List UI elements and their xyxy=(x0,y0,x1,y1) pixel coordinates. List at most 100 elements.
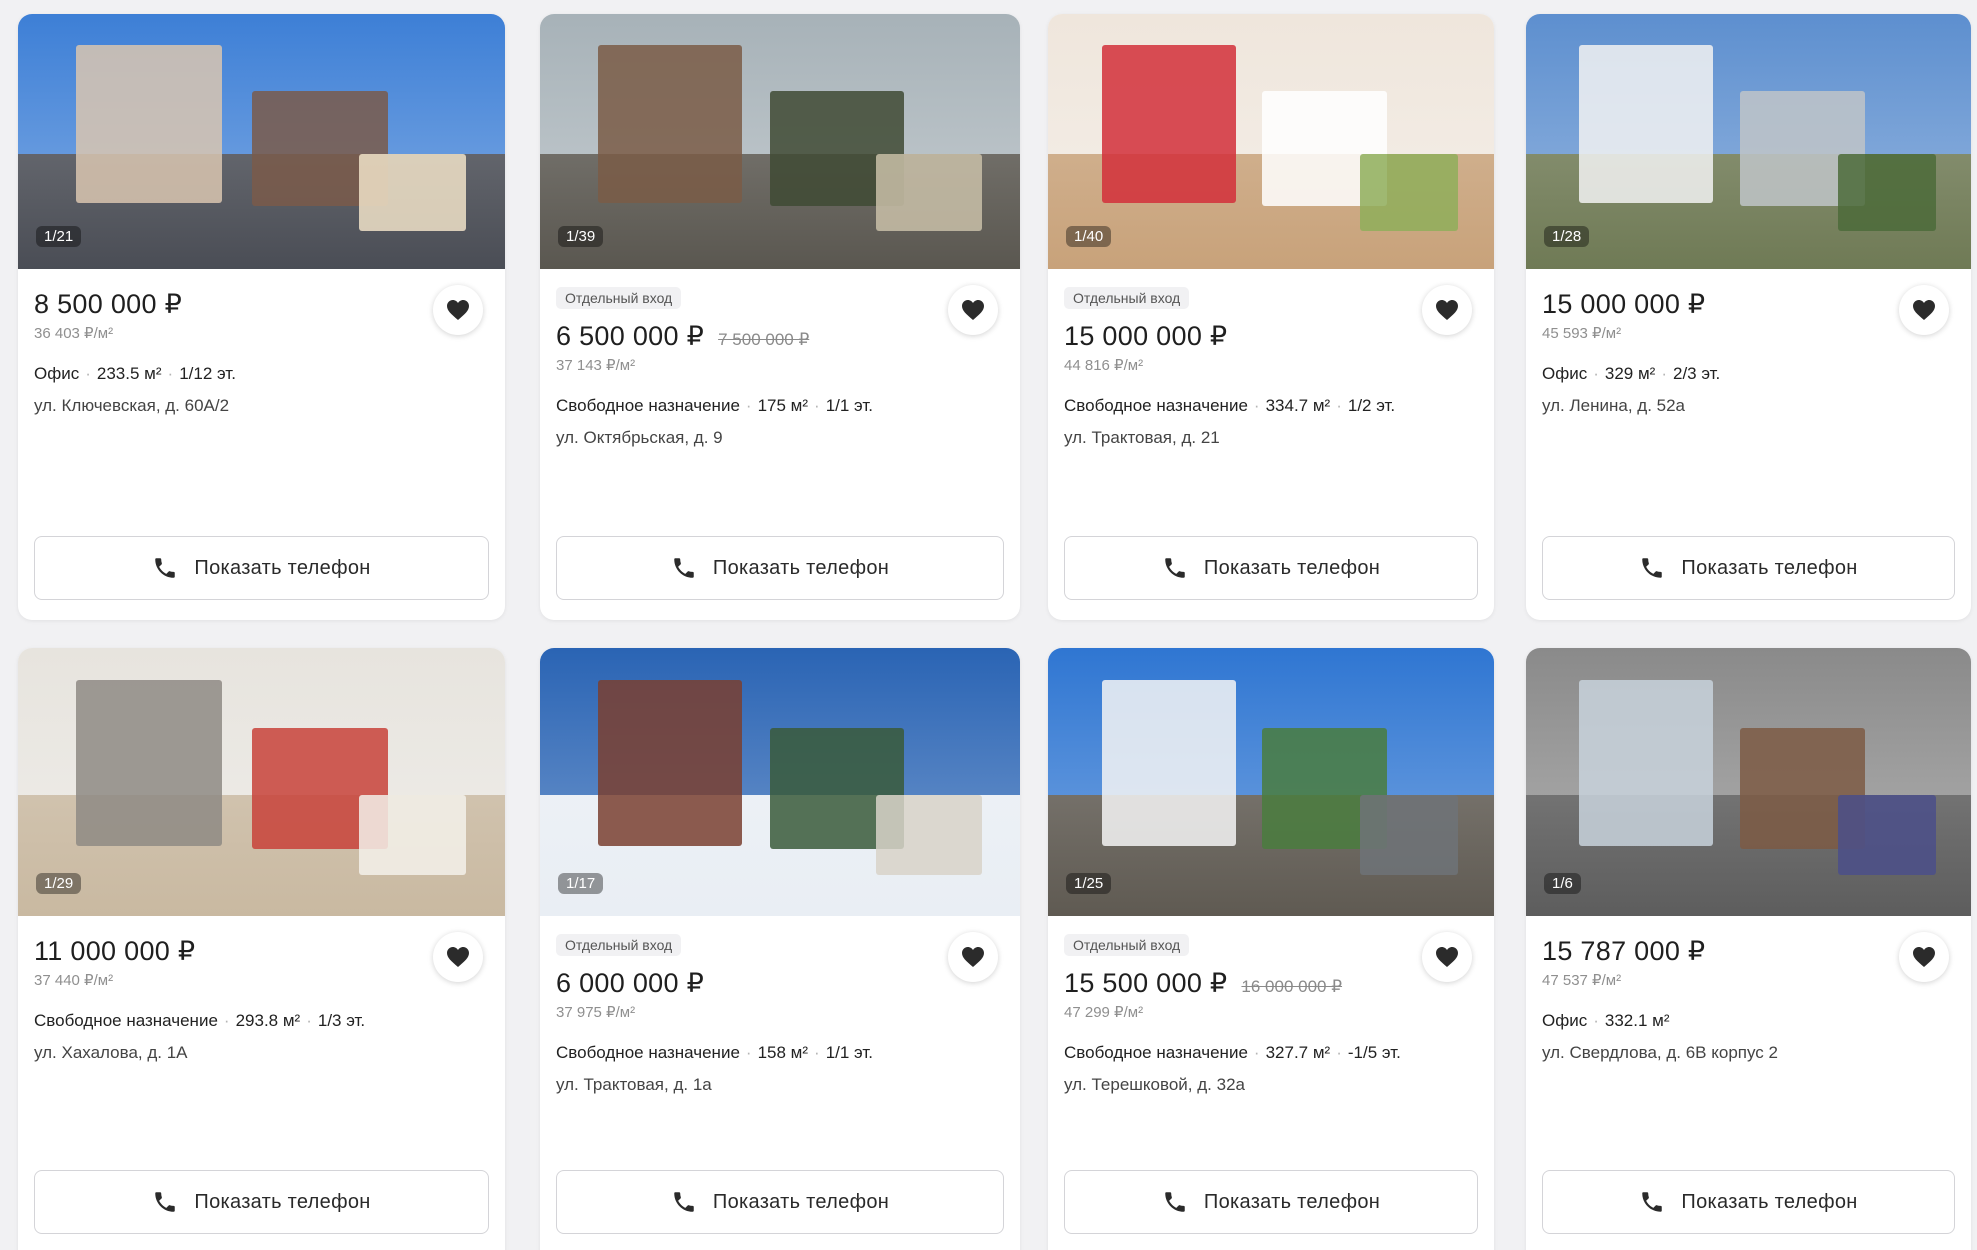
listing-card[interactable]: 1/40 Отдельный вход 15 000 000 ₽ 44 816 … xyxy=(1048,14,1494,620)
price-row: 15 500 000 ₽ 16 000 000 ₽ xyxy=(1064,968,1478,999)
separator-dot: · xyxy=(814,396,820,415)
price-row: 15 000 000 ₽ xyxy=(1064,321,1478,352)
listing-photo[interactable]: 1/21 xyxy=(18,14,505,269)
separator-dot: · xyxy=(745,1043,752,1062)
heart-icon xyxy=(447,300,469,320)
property-area: 332.1 м² xyxy=(1604,1011,1670,1030)
listing-photo[interactable]: 1/40 xyxy=(1048,14,1494,269)
listing-photo[interactable]: 1/39 xyxy=(540,14,1020,269)
listing-card[interactable]: 1/29 11 000 000 ₽ 37 440 ₽/м² Свободное … xyxy=(18,648,505,1250)
show-phone-button[interactable]: Показать телефон xyxy=(556,1170,1004,1234)
price-per-m2: 47 537 ₽/м² xyxy=(1542,972,1622,989)
photo-counter: 1/6 xyxy=(1544,873,1581,894)
property-floor: 1/3 эт. xyxy=(317,1011,366,1030)
property-type: Офис xyxy=(34,364,80,383)
listing-card[interactable]: 1/21 8 500 000 ₽ 36 403 ₽/м² Офис · 233.5 … xyxy=(18,14,505,620)
show-phone-label: Показать телефон xyxy=(194,556,371,579)
address[interactable]: ул. Октябрьская, д. 9 xyxy=(556,428,1004,448)
photo-counter: 1/28 xyxy=(1544,226,1590,247)
listing-photo[interactable]: 1/17 xyxy=(540,648,1020,916)
listing-card[interactable]: 1/17 Отдельный вход 6 000 000 ₽ 37 975 ₽… xyxy=(540,648,1020,1250)
property-area: 158 м² xyxy=(757,1043,809,1062)
price-per-m2: 44 816 ₽/м² xyxy=(1064,357,1144,374)
separator-dot: · xyxy=(1661,364,1667,383)
listing-card[interactable]: 1/39 Отдельный вход 6 500 000 ₽ 7 500 00… xyxy=(540,14,1020,620)
listing-card[interactable]: 1/28 15 000 000 ₽ 45 593 ₽/м² Офис · 329 м… xyxy=(1526,14,1971,620)
show-phone-button[interactable]: Показать телефон xyxy=(1064,536,1478,600)
listing-card[interactable]: 1/25 Отдельный вход 15 500 000 ₽ 16 000 … xyxy=(1048,648,1494,1250)
listing-photo[interactable]: 1/28 xyxy=(1526,14,1971,269)
show-phone-button[interactable]: Показать телефон xyxy=(1542,1170,1955,1234)
separator-dot: · xyxy=(1336,396,1342,415)
price-per-m2: 37 143 ₽/м² xyxy=(556,357,636,374)
favorite-button[interactable] xyxy=(1899,285,1949,335)
property-floor: 2/3 эт. xyxy=(1673,364,1721,383)
price: 15 787 000 ₽ xyxy=(1542,936,1706,966)
separator-dot: · xyxy=(85,364,91,383)
phone-icon xyxy=(1642,1192,1663,1212)
show-phone-label: Показать телефон xyxy=(1203,556,1381,579)
show-phone-button[interactable]: Показать телефон xyxy=(1542,536,1955,600)
separator-dot: · xyxy=(306,1011,312,1030)
show-phone-button[interactable]: Показать телефон xyxy=(1064,1170,1478,1234)
property-type: Свободное назначение xyxy=(556,396,740,415)
price-per-m2: 45 593 ₽/м² xyxy=(1542,325,1622,342)
price-per-m2: 47 299 ₽/м² xyxy=(1064,1004,1144,1021)
favorite-button[interactable] xyxy=(1422,932,1472,982)
show-phone-label: Показать телефон xyxy=(194,1190,371,1213)
listing-card[interactable]: 1/6 15 787 000 ₽ 47 537 ₽/м² Офис · 332.1 … xyxy=(1526,648,1971,1250)
property-area: 329 м² xyxy=(1604,364,1656,383)
property-area: 175 м² xyxy=(757,396,809,415)
phone-icon xyxy=(155,558,176,578)
heart-icon xyxy=(1913,300,1935,320)
show-phone-button[interactable]: Показать телефон xyxy=(34,536,489,600)
heart-icon xyxy=(962,300,984,320)
price: 15 000 000 ₽ xyxy=(1064,321,1228,351)
separate-entrance-badge: Отдельный вход xyxy=(1064,287,1190,309)
show-phone-button[interactable]: Показать телефон xyxy=(34,1170,489,1234)
property-floor: 1/1 эт. xyxy=(825,396,873,415)
property-type: Свободное назначение xyxy=(34,1011,218,1030)
separator-dot: · xyxy=(1593,364,1599,383)
address[interactable]: ул. Ленина, д. 52а xyxy=(1542,396,1955,416)
phone-icon xyxy=(155,1192,176,1212)
listing-photo[interactable]: 1/6 xyxy=(1526,648,1971,916)
address[interactable]: ул. Хахалова, д. 1А xyxy=(34,1043,489,1063)
photo-counter: 1/21 xyxy=(36,226,82,247)
favorite-button[interactable] xyxy=(948,932,998,982)
price-per-m2: 37 975 ₽/м² xyxy=(556,1004,636,1021)
property-area: 334.7 м² xyxy=(1265,396,1331,415)
show-phone-label: Показать телефон xyxy=(1203,1190,1381,1213)
favorite-button[interactable] xyxy=(1899,932,1949,982)
address[interactable]: ул. Свердлова, д. 6В корпус 2 xyxy=(1542,1043,1955,1063)
listing-params: Офис · 332.1 м² xyxy=(1542,1011,1955,1031)
listing-photo[interactable]: 1/25 xyxy=(1048,648,1494,916)
favorite-button[interactable] xyxy=(948,285,998,335)
photo-counter: 1/25 xyxy=(1066,873,1112,894)
heart-icon xyxy=(447,947,469,967)
heart-icon xyxy=(962,947,984,967)
property-type: Свободное назначение xyxy=(1064,396,1248,415)
property-type: Офис xyxy=(1542,1011,1588,1030)
phone-icon xyxy=(674,558,694,578)
favorite-button[interactable] xyxy=(1422,285,1472,335)
show-phone-label: Показать телефон xyxy=(1681,556,1858,579)
separator-dot: · xyxy=(1336,1043,1342,1062)
address[interactable]: ул. Трактовая, д. 21 xyxy=(1064,428,1478,448)
price-row: 8 500 000 ₽ xyxy=(34,289,489,320)
price-per-m2: 36 403 ₽/м² xyxy=(34,325,114,342)
separator-dot: · xyxy=(1253,396,1260,415)
badge-wrap: Отдельный вход xyxy=(556,287,1004,321)
listing-photo[interactable]: 1/29 xyxy=(18,648,505,916)
show-phone-button[interactable]: Показать телефон xyxy=(556,536,1004,600)
address[interactable]: ул. Ключевская, д. 60А/2 xyxy=(34,396,489,416)
listing-body: 11 000 000 ₽ 37 440 ₽/м² Свободное назна… xyxy=(18,936,505,1063)
listing-params: Офис · 329 м² · 2/3 эт. xyxy=(1542,364,1955,384)
favorite-button[interactable] xyxy=(433,285,483,335)
property-floor: 1/12 эт. xyxy=(179,364,236,383)
address[interactable]: ул. Трактовая, д. 1а xyxy=(556,1075,1004,1095)
property-area: 233.5 м² xyxy=(96,364,162,383)
show-phone-label: Показать телефон xyxy=(712,1190,890,1213)
favorite-button[interactable] xyxy=(433,932,483,982)
address[interactable]: ул. Терешковой, д. 32а xyxy=(1064,1075,1478,1095)
